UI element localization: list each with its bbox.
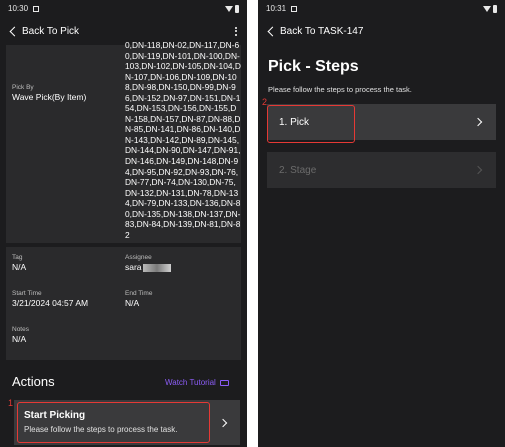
video-icon (219, 379, 229, 386)
status-bar: 10:31 (258, 0, 505, 17)
status-time: 10:31 (266, 4, 287, 13)
back-button[interactable]: Back To TASK-147 (266, 26, 363, 37)
chevron-left-icon (267, 26, 278, 36)
page-subtitle: Please follow the steps to process the t… (268, 85, 412, 94)
notification-icon (291, 5, 298, 12)
status-bar: 10:30 (0, 0, 247, 17)
tag-field: Tag N/A (12, 254, 26, 272)
more-menu-icon[interactable] (235, 26, 237, 36)
pick-by-field: Pick By Wave Pick(By Item) (12, 84, 86, 102)
assignee-label: Assignee (125, 254, 152, 261)
wifi-icon (225, 5, 233, 12)
notes-value: N/A (12, 334, 27, 344)
page-title: Pick - Steps (268, 58, 359, 75)
assignee-value: sara (125, 262, 142, 272)
notes-label: Notes (12, 326, 29, 333)
end-time-label: End Time (125, 290, 153, 297)
watch-tutorial-link[interactable]: Watch Tutorial (165, 378, 229, 387)
battery-icon (235, 4, 239, 13)
tag-label: Tag (12, 254, 23, 261)
annotation-box-1 (17, 402, 210, 443)
dn-list: 0,DN-118,DN-02,DN-117,DN-60,DN-119,DN-10… (125, 40, 241, 240)
start-time-field: Start Time 3/21/2024 04:57 AM (12, 290, 88, 308)
wifi-icon (483, 5, 491, 12)
assignee-field: Assignee sara (125, 254, 171, 272)
back-label: Back To Pick (22, 25, 80, 37)
watch-tutorial-label: Watch Tutorial (165, 378, 216, 387)
app-bar: Back To TASK-147 (258, 17, 505, 45)
chevron-right-icon (218, 418, 228, 428)
notes-field: Notes N/A (12, 326, 29, 344)
step-stage-label: 2. Stage (279, 164, 317, 176)
pick-by-value: Wave Pick(By Item) (12, 92, 87, 102)
battery-icon (493, 4, 497, 13)
start-time-value: 3/21/2024 04:57 AM (12, 298, 89, 308)
chevron-left-icon (9, 26, 20, 36)
back-button[interactable]: Back To Pick (8, 26, 79, 37)
chevron-right-icon (473, 165, 483, 175)
pick-by-label: Pick By (12, 84, 34, 91)
actions-heading: Actions (12, 374, 55, 389)
notification-icon (33, 5, 40, 12)
annotation-number-2: 2 (262, 97, 268, 107)
end-time-field: End Time N/A (125, 290, 152, 308)
chevron-right-icon (473, 117, 483, 127)
left-screen: 10:30 Back To Pick Pick By Wave Pick(By … (0, 0, 247, 447)
right-screen: 10:31 Back To TASK-147 Pick - Steps Plea… (258, 0, 505, 447)
start-time-label: Start Time (12, 290, 42, 297)
back-label: Back To TASK-147 (280, 25, 364, 37)
annotation-number-1: 1 (8, 398, 14, 408)
redaction-blur (142, 263, 171, 272)
status-time: 10:30 (8, 4, 29, 13)
annotation-box-2 (267, 105, 355, 143)
step-stage-button[interactable]: 2. Stage (267, 152, 496, 188)
tag-value: N/A (12, 262, 27, 272)
end-time-value: N/A (125, 298, 140, 308)
